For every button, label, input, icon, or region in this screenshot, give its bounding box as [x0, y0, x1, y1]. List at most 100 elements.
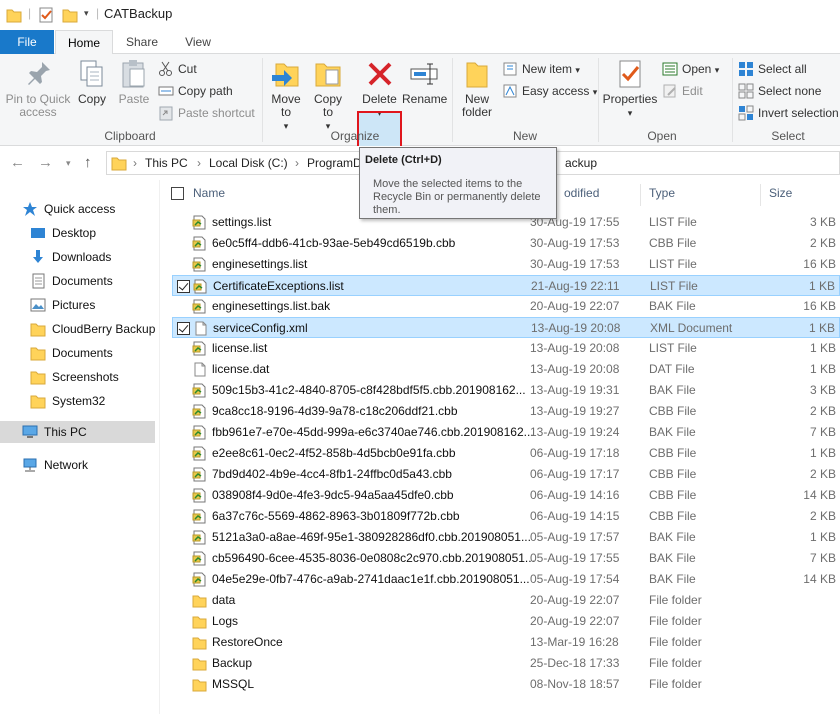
file-type: File folder: [649, 635, 702, 649]
breadcrumb-programdata[interactable]: ProgramD: [307, 156, 362, 170]
file-row[interactable]: fbb961e7-e70e-45dd-999a-e6c3740ae746.cbb…: [172, 422, 840, 443]
file-date: 21-Aug-19 22:11: [531, 279, 620, 293]
file-date: 13-Aug-19 20:08: [530, 362, 620, 376]
paste-shortcut-button[interactable]: Paste shortcut: [158, 103, 255, 123]
file-row[interactable]: data 20-Aug-19 22:07 File folder: [172, 590, 840, 611]
file-row[interactable]: 038908f4-9d0e-4fe3-9dc5-94a5aa45dfe0.cbb…: [172, 485, 840, 506]
file-name: enginesettings.list.bak: [212, 299, 331, 313]
document-icon: [193, 321, 208, 336]
file-row[interactable]: enginesettings.list.bak 20-Aug-19 22:07 BA…: [172, 296, 840, 317]
breadcrumb-this-pc[interactable]: This PC: [145, 156, 188, 170]
nav-screenshots[interactable]: Screenshots: [30, 366, 156, 388]
select-all-checkbox[interactable]: [171, 187, 184, 200]
file-name: license.dat: [212, 362, 270, 376]
file-row[interactable]: 509c15b3-41c2-4840-8705-c8f428bdf5f5.cbb…: [172, 380, 840, 401]
open-group-label: Open: [647, 129, 677, 143]
new-item-button[interactable]: New item ▾: [502, 59, 580, 79]
column-header-name[interactable]: Name: [193, 186, 225, 200]
breadcrumb-catbackup[interactable]: ackup: [565, 156, 597, 170]
open-button[interactable]: Open ▾: [662, 59, 719, 79]
file-row[interactable]: license.list 13-Aug-19 20:08 LIST File 1 KB: [172, 338, 840, 359]
file-name: serviceConfig.xml: [213, 321, 308, 335]
move-to-button[interactable]: Move to ▾: [268, 58, 304, 133]
column-header-type[interactable]: Type: [649, 186, 675, 200]
file-row[interactable]: MSSQL 08-Nov-18 18:57 File folder: [172, 674, 840, 695]
recent-dropdown-icon[interactable]: ▾: [66, 158, 71, 169]
back-arrow-icon[interactable]: ←: [10, 154, 25, 171]
new-folder-button[interactable]: New folder: [456, 58, 498, 119]
easy-access-button[interactable]: Easy access ▾: [502, 81, 597, 101]
new-group-label: New: [512, 129, 537, 143]
ribbon-tabs: File Home Share View: [0, 30, 840, 55]
window-title: CATBackup: [104, 6, 173, 21]
nav-documents[interactable]: Documents 📌: [30, 270, 184, 292]
file-row[interactable]: 9ca8cc18-9196-4d39-9a78-c18c206ddf21.cbb…: [172, 401, 840, 422]
tab-view[interactable]: View: [176, 30, 220, 54]
nav-cloudberry-backup[interactable]: CloudBerry Backup: [30, 318, 156, 340]
tab-file[interactable]: File: [0, 30, 54, 54]
cut-button[interactable]: Cut: [158, 59, 197, 79]
file-row[interactable]: 6e0c5ff4-ddb6-41cb-93ae-5eb49cd6519b.cbb…: [172, 233, 840, 254]
breadcrumb-local-disk[interactable]: Local Disk (C:): [209, 156, 288, 170]
file-icon: [192, 551, 207, 566]
file-date: 20-Aug-19 22:07: [530, 299, 620, 313]
file-row[interactable]: 04e5e29e-0fb7-476c-a9ab-2741daac1e1f.cbb…: [172, 569, 840, 590]
copy-path-button[interactable]: Copy path: [158, 81, 233, 101]
properties-quick-icon[interactable]: [38, 6, 54, 24]
file-row[interactable]: cb596490-6cee-4535-8036-0e0808c2c970.cbb…: [172, 548, 840, 569]
new-folder-icon: [466, 62, 488, 88]
copy-button[interactable]: Copy: [74, 58, 110, 106]
file-type: CBB File: [649, 446, 697, 460]
file-type: BAK File: [649, 299, 696, 313]
tab-share[interactable]: Share: [120, 30, 164, 54]
nav-desktop[interactable]: Desktop 📌: [30, 222, 184, 244]
file-size: 16 KB: [803, 257, 836, 271]
nav-system32[interactable]: System32: [30, 390, 156, 412]
file-row[interactable]: Backup 25-Dec-18 17:33 File folder: [172, 653, 840, 674]
new-folder-quick-icon[interactable]: [62, 6, 78, 24]
nav-this-pc[interactable]: This PC: [0, 421, 155, 443]
file-row[interactable]: CertificateExceptions.list 21-Aug-19 22:1…: [172, 275, 840, 296]
file-row[interactable]: enginesettings.list 30-Aug-19 17:53 LIST F…: [172, 254, 840, 275]
tab-home[interactable]: Home: [55, 30, 113, 55]
up-arrow-icon[interactable]: ↑: [84, 154, 92, 171]
delete-x-icon: [368, 62, 391, 86]
edit-button[interactable]: Edit: [662, 81, 703, 101]
select-all-button[interactable]: Select all: [738, 59, 807, 79]
file-row[interactable]: 5121a3a0-a8ae-469f-95e1-380928286df0.cbb…: [172, 527, 840, 548]
column-header-date-modified[interactable]: odified: [564, 186, 599, 200]
nav-pictures[interactable]: Pictures 📌: [30, 294, 184, 316]
row-checkbox[interactable]: [177, 280, 190, 293]
file-size: 7 KB: [809, 551, 836, 565]
qat-dropdown-icon[interactable]: ▾: [84, 8, 89, 19]
file-row[interactable]: e2ee8c61-0ec2-4f52-858b-4d5bcb0e91fa.cbb…: [172, 443, 840, 464]
nav-quick-access[interactable]: Quick access: [22, 198, 156, 220]
nav-downloads[interactable]: Downloads 📌: [30, 246, 184, 268]
file-row[interactable]: RestoreOnce 13-Mar-19 16:28 File folder: [172, 632, 840, 653]
column-header-size[interactable]: Size: [769, 186, 792, 200]
row-checkbox[interactable]: [177, 322, 190, 335]
select-none-button[interactable]: Select none: [738, 81, 821, 101]
scissors-icon: [159, 61, 172, 76]
file-row[interactable]: 6a37c76c-5569-4862-8963-3b01809f772b.cbb…: [172, 506, 840, 527]
rename-button[interactable]: Rename: [402, 58, 447, 106]
copy-to-button[interactable]: Copy to ▾: [310, 58, 346, 133]
file-row[interactable]: license.dat 13-Aug-19 20:08 DAT File 1 KB: [172, 359, 840, 380]
file-size: 1 KB: [809, 341, 836, 355]
file-row[interactable]: Logs 20-Aug-19 22:07 File folder: [172, 611, 840, 632]
file-row[interactable]: serviceConfig.xml 13-Aug-19 20:08 XML Docu…: [172, 317, 840, 338]
invert-selection-button[interactable]: Invert selection: [738, 103, 839, 123]
forward-arrow-icon[interactable]: →: [38, 154, 53, 171]
file-size: 3 KB: [809, 383, 836, 397]
properties-button[interactable]: Properties ▾: [602, 58, 658, 120]
file-list: Name odified Type Size settings.list 30-A…: [160, 180, 840, 714]
file-size: 14 KB: [803, 572, 836, 586]
file-type: CBB File: [649, 404, 697, 418]
nav-documents-folder[interactable]: Documents: [30, 342, 156, 364]
paste-button[interactable]: Paste: [116, 58, 152, 106]
title-bar: | ▾ | CATBackup: [0, 0, 840, 30]
pin-quick-access-button[interactable]: Pin to Quick access: [4, 58, 72, 119]
nav-network[interactable]: Network: [22, 454, 156, 476]
edit-icon: [663, 84, 676, 98]
file-row[interactable]: 7bd9d402-4b9e-4cc4-8fb1-24ffbc0d5a43.cbb…: [172, 464, 840, 485]
